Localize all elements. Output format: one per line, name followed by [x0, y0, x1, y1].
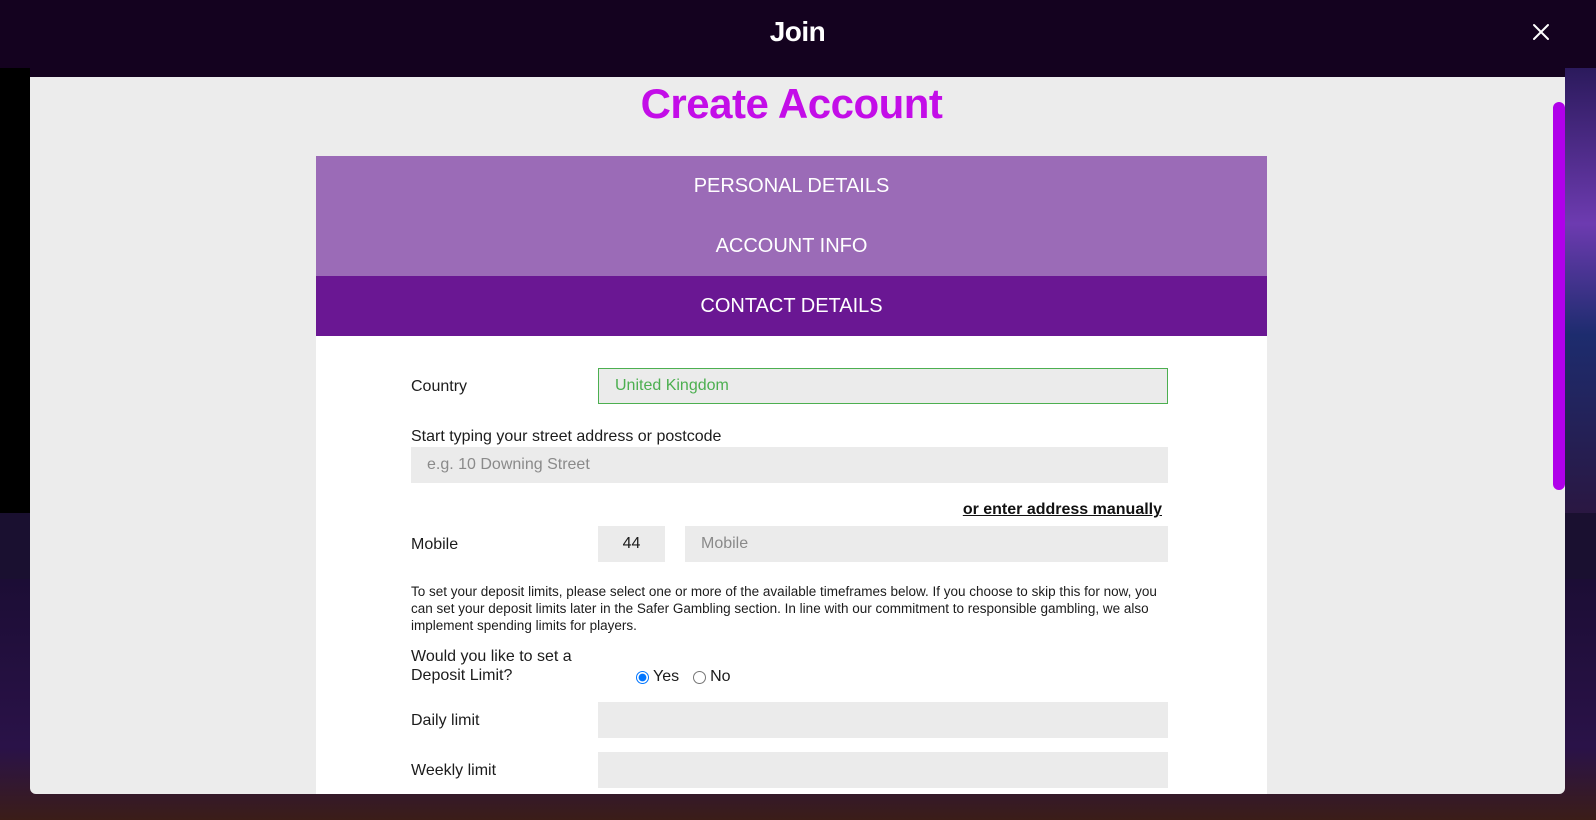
close-icon	[1533, 24, 1549, 40]
deposit-limit-no-label: No	[710, 668, 731, 685]
close-button[interactable]	[1529, 20, 1553, 44]
daily-limit-input[interactable]	[598, 702, 1168, 738]
country-label: Country	[411, 378, 468, 395]
deposit-limit-no-option[interactable]: No	[693, 668, 731, 686]
weekly-limit-input[interactable]	[598, 752, 1168, 788]
deposit-limit-no-radio[interactable]	[693, 670, 707, 684]
mobile-country-code-field[interactable]	[598, 526, 665, 562]
country-field[interactable]	[598, 368, 1168, 404]
step-personal-details[interactable]: PERSONAL DETAILS	[316, 156, 1267, 216]
address-label: Start typing your street address or post…	[411, 428, 722, 445]
modal-scrollbar[interactable]	[1553, 102, 1565, 490]
deposit-limit-yes-radio[interactable]	[636, 670, 649, 684]
mobile-number-input[interactable]	[685, 526, 1168, 562]
modal-title: Join	[769, 16, 826, 47]
modal-header: Join	[30, 0, 1565, 77]
weekly-limit-label: Weekly limit	[411, 762, 497, 779]
step-account-info[interactable]: ACCOUNT INFO	[316, 216, 1267, 276]
deposit-limit-question: Would you like to set a Deposit Limit?	[411, 648, 572, 684]
background-hero-art	[1562, 68, 1596, 513]
mobile-label: Mobile	[411, 536, 459, 553]
step-contact-details[interactable]: CONTACT DETAILS	[316, 276, 1267, 336]
address-search-input[interactable]	[411, 447, 1168, 483]
form-card: PERSONAL DETAILS ACCOUNT INFO CONTACT DE…	[316, 156, 1267, 794]
page-heading: Create Account	[640, 80, 943, 127]
enter-address-manually-link[interactable]: or enter address manually	[963, 501, 1162, 519]
deposit-limit-radio-group: Yes No	[636, 668, 731, 686]
deposit-limit-info-text: To set your deposit limits, please selec…	[411, 584, 1157, 633]
daily-limit-label: Daily limit	[411, 712, 480, 729]
deposit-limit-yes-label: Yes	[653, 668, 680, 685]
deposit-limit-yes-option[interactable]: Yes	[636, 668, 679, 686]
join-modal: Join Create Account PERSONAL DETAILS ACC…	[30, 0, 1565, 794]
